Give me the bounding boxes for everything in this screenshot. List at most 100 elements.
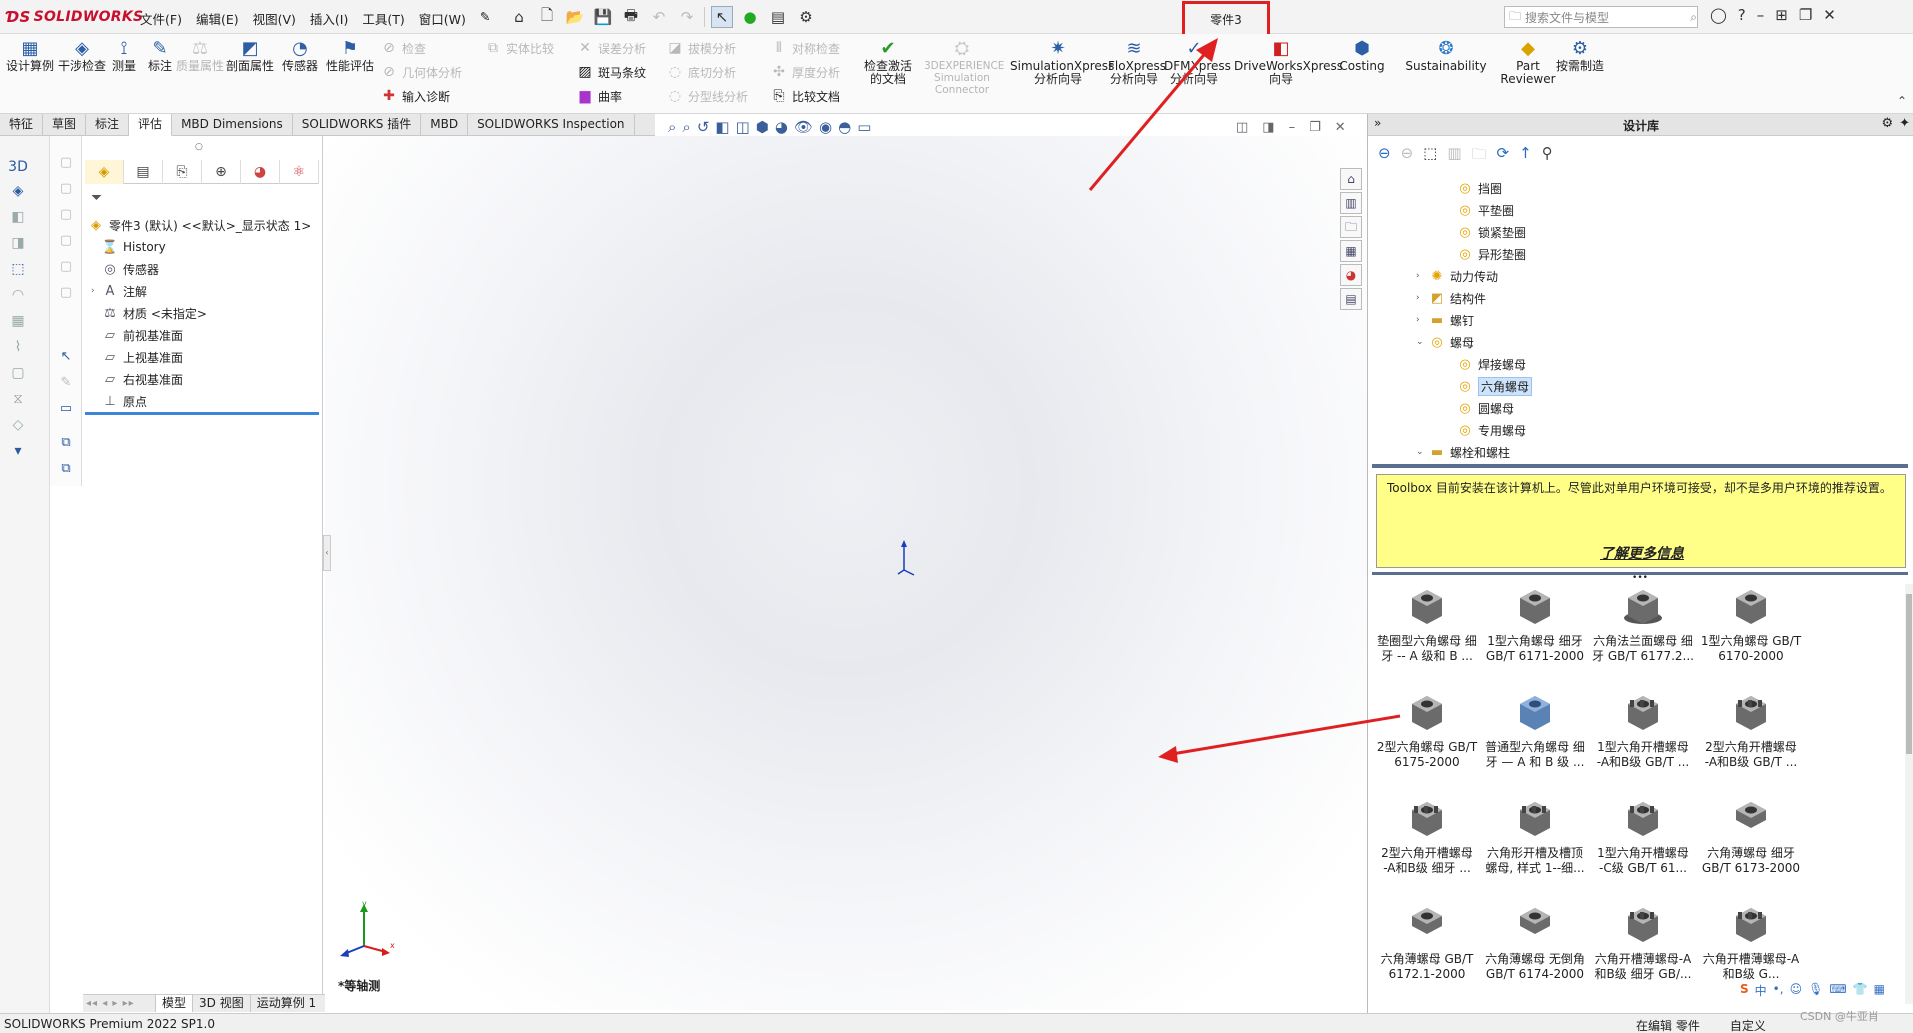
shell-icon[interactable]: ▢	[6, 362, 30, 384]
cam-tab-icon[interactable]: ⚛	[280, 160, 319, 184]
viewport-tile-right-icon[interactable]: ◨	[1262, 120, 1274, 135]
library-node-expander[interactable]: ⌄	[1416, 337, 1428, 347]
compare-documents-button[interactable]: ⎘ 比较文档	[770, 86, 840, 106]
view-triad[interactable]: y x	[336, 900, 396, 964]
sensor-button[interactable]: ◔ 传感器	[276, 38, 324, 73]
library-part-item[interactable]: 垫圈型六角螺母 细牙 -- A 级和 B ...	[1374, 584, 1480, 664]
tree-item-2[interactable]: › A 注解	[87, 280, 321, 302]
skin-icon[interactable]: 👕	[1853, 982, 1868, 999]
section-properties-button[interactable]: ◩ 剖面属性	[226, 38, 274, 73]
deviation-analysis-button[interactable]: ✕ 误差分析	[576, 38, 646, 58]
library-node-expander[interactable]: ⌄	[1416, 447, 1428, 457]
library-part-item[interactable]: 六角薄螺母 无倒角 GB/T 6174-2000	[1482, 902, 1588, 982]
curves-icon[interactable]: ▾	[6, 440, 30, 462]
solidworks-resources-icon[interactable]: ⌂	[1340, 168, 1362, 190]
minimize-icon[interactable]: –	[1757, 6, 1765, 24]
circle-icon[interactable]: ▢	[55, 256, 77, 278]
rect-icon[interactable]: ▢	[55, 230, 77, 252]
library-node-5[interactable]: › ◩ 结构件	[1416, 288, 1486, 308]
features-icon[interactable]: ◈	[6, 180, 30, 202]
tab-3[interactable]: 评估	[129, 114, 173, 136]
view-palette-icon[interactable]: ▦	[1340, 240, 1362, 262]
viewport-close-icon[interactable]: ✕	[1335, 120, 1346, 135]
collapse-ribbon-icon[interactable]: ⌃	[1897, 94, 1907, 108]
mic-icon[interactable]: 🎙	[1808, 982, 1823, 999]
emoji-icon[interactable]: ☺	[1790, 982, 1803, 999]
symmetry-check-button[interactable]: ⫴ 对称检查	[770, 38, 840, 58]
sketch-icon[interactable]: ▢	[55, 152, 77, 174]
menu-3[interactable]: 插入(I)	[310, 9, 348, 28]
performance-eval-button[interactable]: ⚑ 性能评估	[326, 38, 374, 73]
view-orientation-icon[interactable]: ⬢	[756, 118, 769, 136]
library-part-item[interactable]: 普通型六角螺母 细牙 — A 和 B 级 ...	[1482, 690, 1588, 770]
pane-grip[interactable]: •••	[1372, 572, 1908, 583]
library-node-12[interactable]: ⌄ ▬ 螺栓和螺柱	[1416, 442, 1510, 462]
costing-button[interactable]: ⬢ Costing	[1334, 38, 1390, 73]
part-reviewer-button[interactable]: ◆ Part Reviewer	[1500, 38, 1556, 86]
traffic-light-icon[interactable]: ●	[739, 6, 761, 28]
rollback-bar[interactable]	[85, 412, 319, 415]
tree-item-1[interactable]: ◎ 传感器	[87, 258, 321, 280]
panel-splitter[interactable]: ‹	[323, 535, 331, 571]
curvature-button[interactable]: ▆ 曲率	[576, 86, 622, 106]
library-node-4[interactable]: › ✺ 动力传动	[1416, 266, 1498, 286]
3dexperience-sim-button[interactable]: ⛭ 3DEXPERIENCE Simulation Connector	[924, 38, 1004, 96]
viewport-minimize-icon[interactable]: –	[1289, 120, 1296, 135]
library-node-expander[interactable]: ›	[1416, 293, 1428, 303]
help-icon[interactable]: ?	[1738, 6, 1746, 24]
simulationxpress-button[interactable]: ✷ SimulationXpress 分析向导	[1010, 38, 1114, 86]
tab-6[interactable]: MBD	[421, 114, 469, 136]
hide-show-icon[interactable]: 👁	[794, 118, 813, 136]
tab-7[interactable]: SOLIDWORKS Inspection	[468, 114, 635, 136]
library-part-item[interactable]: 2型六角开槽螺母 -A和B级 细牙 ...	[1374, 796, 1480, 876]
tree-item-4[interactable]: ▱ 前视基准面	[87, 324, 321, 346]
tree-item-0[interactable]: ⌛ History	[87, 236, 321, 258]
design-study-button[interactable]: ▦ 设计算例	[6, 38, 54, 73]
user-icon[interactable]: ◯	[1710, 6, 1727, 24]
library-part-item[interactable]: 2型六角螺母 GB/T 6175-2000	[1374, 690, 1480, 770]
3d-view-icon[interactable]: 3D	[6, 156, 30, 178]
options-gear-icon[interactable]: ⚙	[795, 6, 817, 28]
sustainability-button[interactable]: ❂ Sustainability	[1400, 38, 1492, 73]
design-library-icon[interactable]: ▥	[1340, 192, 1362, 214]
appearances-icon[interactable]: ◕	[1340, 264, 1362, 286]
new-file-icon[interactable]: 🗋	[536, 6, 558, 28]
back-icon[interactable]: ⊖	[1378, 144, 1391, 169]
library-node-3[interactable]: ◎ 异形垫圈	[1444, 244, 1526, 264]
config-manager-tab-icon[interactable]: ⎘	[163, 160, 202, 184]
panel-grip-icon[interactable]: ○	[195, 142, 203, 152]
display-manager-tab-icon[interactable]: ◕	[241, 160, 280, 184]
mass-properties-button[interactable]: ⚖ 质量属性	[176, 38, 224, 73]
save-icon[interactable]: 💾	[592, 6, 614, 28]
bottom-tab-1[interactable]: 3D 视图	[192, 995, 250, 1012]
tab-1[interactable]: 草图	[43, 114, 87, 136]
tab-2[interactable]: 标注	[86, 114, 130, 136]
ime-mode[interactable]: 中	[1755, 982, 1767, 999]
library-part-item[interactable]: 六角形开槽及槽顶 螺母, 样式 1--细...	[1482, 796, 1588, 876]
library-node-0[interactable]: ◎ 挡圈	[1444, 178, 1502, 198]
extrude-icon[interactable]: ◧	[6, 206, 30, 228]
section-view-icon[interactable]: ◧	[715, 118, 729, 136]
pin-icon[interactable]: ✦	[1899, 116, 1910, 131]
undo-icon[interactable]: ↶	[648, 6, 670, 28]
punctuation-icon[interactable]: •,	[1773, 982, 1784, 999]
rib-icon[interactable]: ⌇	[6, 336, 30, 358]
learn-more-link[interactable]: 了解更多信息	[1377, 547, 1907, 562]
library-node-expander[interactable]: ›	[1416, 271, 1428, 281]
on-demand-mfg-button[interactable]: ⚙ 按需制造	[1556, 38, 1604, 73]
tree-item-6[interactable]: ▱ 右视基准面	[87, 368, 321, 390]
library-part-item[interactable]: 六角开槽薄螺母-A 和B级 细牙 GB/...	[1590, 902, 1696, 982]
library-part-item[interactable]: 1型六角开槽螺母 -A和B级 GB/T ...	[1590, 690, 1696, 770]
home-icon[interactable]: ⌂	[508, 6, 530, 28]
viewport-tile-left-icon[interactable]: ◫	[1236, 120, 1248, 135]
close-icon[interactable]: ✕	[1823, 6, 1836, 24]
interference-check-button[interactable]: ◈ 干涉检查	[58, 38, 106, 73]
library-part-item[interactable]: 六角开槽薄螺母-A 和B级 G...	[1698, 902, 1804, 982]
menu-1[interactable]: 编辑(E)	[196, 9, 239, 28]
zoom-to-area-icon[interactable]: ⌕	[682, 118, 690, 136]
library-node-9[interactable]: ◎ 六角螺母	[1444, 376, 1533, 396]
graphics-area[interactable]	[325, 136, 1367, 1010]
search-icon[interactable]: ⌕	[1690, 10, 1697, 25]
parting-line-button[interactable]: ◌ 分型线分析	[666, 86, 748, 106]
fillet-icon[interactable]: ◠	[6, 284, 30, 306]
